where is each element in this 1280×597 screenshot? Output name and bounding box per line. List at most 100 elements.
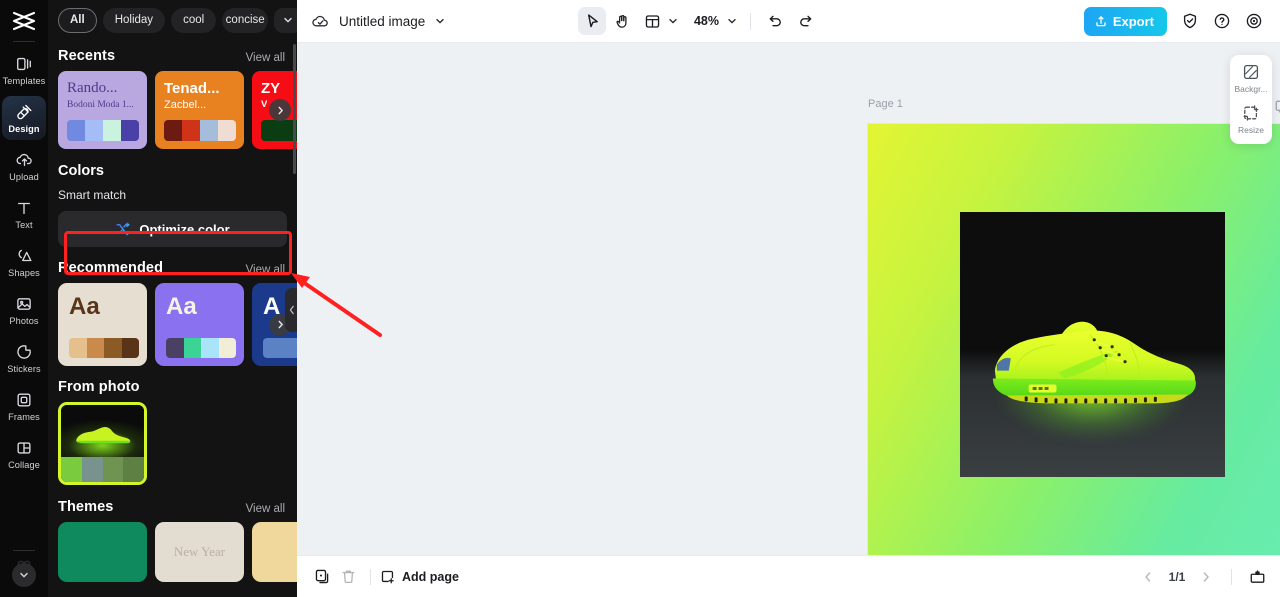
bottombar-divider: [370, 568, 371, 585]
redo-button[interactable]: [791, 7, 819, 35]
resize-icon: [1242, 104, 1260, 122]
recents-view-all[interactable]: View all: [246, 52, 285, 64]
from-photo-header: From photo: [48, 366, 297, 402]
export-button[interactable]: Export: [1083, 6, 1167, 36]
zoom-control[interactable]: 48%: [693, 14, 740, 28]
delete-page-button[interactable]: [335, 564, 361, 590]
from-photo-thumbnail: [61, 405, 144, 457]
theme-card[interactable]: [58, 522, 147, 582]
sidebar-item-shapes[interactable]: Shapes: [2, 240, 46, 284]
help-button[interactable]: [1208, 7, 1236, 35]
panel-scroll-area[interactable]: Recents View all Rando... Bodoni Moda 1.…: [48, 40, 297, 597]
optimize-color-button[interactable]: Optimize color: [58, 211, 287, 247]
theme-card[interactable]: New Year: [155, 522, 244, 582]
bottombar-divider-2: [1231, 568, 1232, 585]
recommended-card[interactable]: Aa: [58, 283, 147, 366]
cloud-save-icon[interactable]: [311, 12, 330, 31]
filter-chips-expand-button[interactable]: [274, 7, 297, 33]
chevron-left-icon: [1145, 571, 1151, 582]
chevron-down-icon[interactable]: [726, 15, 738, 27]
document-title-chevron[interactable]: [434, 15, 446, 27]
sidebar-item-frames[interactable]: Frames: [2, 384, 46, 428]
collage-icon: [15, 439, 33, 458]
themes-view-all[interactable]: View all: [246, 503, 285, 515]
duplicate-page-icon: [1275, 100, 1280, 112]
duplicate-page-button[interactable]: [309, 564, 335, 590]
from-photo-row: [58, 402, 297, 485]
chevron-left-icon: [289, 305, 294, 315]
chevron-down-icon: [436, 18, 444, 24]
recommended-row-wrap: Aa Aa A: [48, 283, 297, 366]
recommended-card[interactable]: Aa: [155, 283, 244, 366]
layout-icon-wrap[interactable]: [638, 7, 666, 35]
chevron-down-icon[interactable]: [667, 15, 679, 27]
sidebar-item-label: Collage: [8, 459, 40, 470]
background-tool-button[interactable]: Backgr...: [1230, 63, 1272, 94]
layout-icon: [645, 14, 660, 28]
filter-chip-all[interactable]: All: [58, 7, 97, 33]
themes-row-wrap: New Year: [48, 522, 297, 582]
from-photo-swatches: [61, 457, 144, 482]
shield-check-button[interactable]: [1176, 7, 1204, 35]
sneaker-illustration: [993, 322, 1197, 404]
sidebar-item-design[interactable]: Design: [2, 96, 46, 140]
sidebar-item-label: Text: [15, 219, 33, 230]
layout-tool-button[interactable]: [638, 7, 681, 35]
next-page-button[interactable]: [1193, 564, 1219, 590]
recents-card[interactable]: Rando... Bodoni Moda 1...: [58, 71, 147, 149]
page-duplicate-button[interactable]: [1272, 97, 1280, 115]
theme-card[interactable]: [252, 522, 297, 582]
canvas-photo-sneaker[interactable]: [960, 212, 1225, 477]
sidebar-item-text[interactable]: Text: [2, 192, 46, 236]
section-title: Recommended: [58, 260, 164, 276]
sidebar-item-upload[interactable]: Upload: [2, 144, 46, 188]
page-canvas[interactable]: [868, 124, 1280, 555]
present-button[interactable]: [1244, 564, 1270, 590]
app-root: Templates Design Upload Text Shapes Phot…: [0, 0, 1280, 597]
sidebar-item-label: Frames: [8, 411, 40, 422]
recommended-row: Aa Aa A: [58, 283, 297, 366]
sidebar-item-collage[interactable]: Collage: [2, 432, 46, 476]
panel-scrollbar[interactable]: [293, 44, 296, 174]
canvas-area[interactable]: Page 1 Backgr... Resize: [297, 43, 1280, 555]
recents-row: Rando... Bodoni Moda 1... Tenad... Zacbe…: [58, 71, 297, 149]
sidebar-item-label: Upload: [9, 171, 39, 182]
recents-row-wrap: Rando... Bodoni Moda 1... Tenad... Zacbe…: [48, 71, 297, 149]
prev-page-button[interactable]: [1135, 564, 1161, 590]
rail-divider: [13, 41, 35, 42]
redo-icon: [800, 15, 812, 26]
page-tools: [1272, 97, 1280, 115]
recents-next-button[interactable]: [269, 99, 291, 121]
document-title[interactable]: Untitled image: [339, 14, 425, 29]
hand-tool-button[interactable]: [608, 7, 636, 35]
left-rail: Templates Design Upload Text Shapes Phot…: [0, 0, 48, 597]
filter-chip-holiday[interactable]: Holiday: [102, 7, 166, 33]
section-title: Themes: [58, 499, 114, 515]
recents-card-subtitle: Bodoni Moda 1...: [67, 100, 134, 110]
recommended-view-all[interactable]: View all: [246, 264, 285, 276]
resize-tool-button[interactable]: Resize: [1230, 104, 1272, 135]
sidebar-item-stickers[interactable]: Stickers: [2, 336, 46, 380]
text-icon: [15, 199, 33, 218]
add-page-button[interactable]: Add page: [380, 569, 459, 585]
page-navigation: 1/1: [1135, 564, 1270, 590]
panel-collapse-button[interactable]: [285, 288, 297, 332]
recents-card[interactable]: Tenad... Zacbel...: [155, 71, 244, 149]
templates-icon: [15, 55, 33, 74]
rail-expand-button[interactable]: [12, 563, 36, 587]
right-dock: Backgr... Resize: [1230, 55, 1272, 144]
recents-card-swatches: [261, 120, 297, 141]
sidebar-item-templates[interactable]: Templates: [2, 48, 46, 92]
frames-icon: [15, 391, 33, 410]
filter-chip-concise[interactable]: concise: [222, 7, 269, 33]
filter-chip-cool[interactable]: cool: [171, 7, 217, 33]
from-photo-card[interactable]: [58, 402, 147, 485]
recents-card-swatches: [164, 120, 236, 141]
select-tool-button[interactable]: [578, 7, 607, 35]
undo-button[interactable]: [761, 7, 789, 35]
chip-label: concise: [225, 14, 265, 26]
settings-button[interactable]: [1240, 7, 1268, 35]
sidebar-item-photos[interactable]: Photos: [2, 288, 46, 332]
capcut-logo-icon[interactable]: [7, 6, 41, 36]
recents-card-subtitle: Zacbel...: [164, 99, 207, 111]
